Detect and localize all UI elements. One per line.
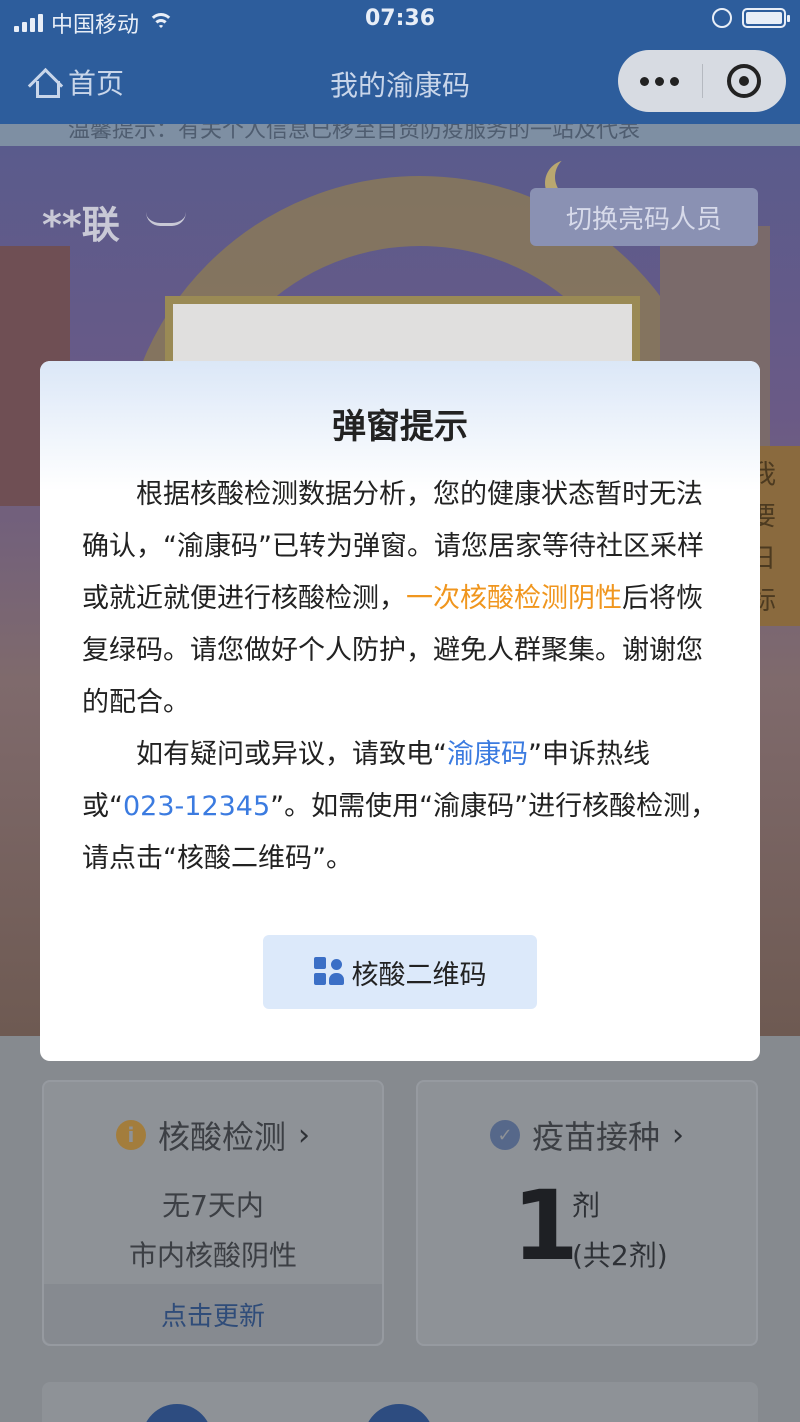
dialog-paragraph-1: 根据核酸检测数据分析，您的健康状态暂时无法确认，“渝康码”已转为弹窗。请您居家等… [82,469,722,729]
service-icon[interactable] [364,1404,434,1422]
hotline-link[interactable]: 023-12345 [123,791,270,822]
status-right [712,8,790,28]
dialog-paragraph-2: 如有疑问或异议，请致电“渝康码”申诉热线或“023-12345”。如需使用“渝康… [82,729,722,885]
qr-person-icon [313,957,344,987]
nucleic-test-card[interactable]: i 核酸检测 › 无7天内 市内核酸阴性 点击更新 [42,1080,384,1346]
clock: 07:36 [364,6,436,31]
info-cards: i 核酸检测 › 无7天内 市内核酸阴性 点击更新 ✓ 疫苗接种 › 1 剂 (… [0,1036,800,1422]
eye-closed-icon[interactable] [146,212,186,226]
card-header: ✓ 疫苗接种 › [418,1112,756,1158]
nucleic-status-line1: 无7天内 [162,1189,264,1222]
dialog-title: 弹窗提示 [332,407,468,447]
dose-total: (共2剂) [572,1239,668,1272]
rotation-lock-icon [712,8,732,28]
popup-dialog: 弹窗提示 根据核酸检测数据分析，您的健康状态暂时无法确认，“渝康码”已转为弹窗。… [40,361,760,1061]
switch-person-button[interactable]: 切换亮码人员 [530,188,758,246]
dose-count: 1 [512,1170,579,1282]
info-icon: i [115,1120,146,1150]
battery-icon [742,8,790,28]
more-button[interactable] [618,50,702,112]
highlight-text: 一次核酸检测阴性 [406,583,622,614]
card-title: 核酸检测 [157,1118,286,1156]
qr-button-label: 核酸二维码 [351,959,487,991]
miniapp-capsule [618,50,786,112]
close-miniapp-button[interactable] [703,50,787,112]
services-card [42,1382,758,1422]
nucleic-status-line2: 市内核酸阴性 [128,1239,297,1272]
nav-bar: 首页 我的渝康码 [0,40,800,124]
user-name: **联 [42,203,120,247]
card-header: i 核酸检测 › [44,1112,382,1158]
status-bar: 中国移动 07:36 [0,0,800,40]
vaccine-card[interactable]: ✓ 疫苗接种 › 1 剂 (共2剂) [416,1080,758,1346]
message-text: 如有疑问或异议，请致电“ [136,739,447,770]
dose-unit: 剂 [572,1189,601,1222]
dialog-message: 根据核酸检测数据分析，您的健康状态暂时无法确认，“渝康码”已转为弹窗。请您居家等… [82,469,722,885]
check-circle-icon: ✓ [489,1120,520,1150]
more-dot-icon [670,76,680,86]
tip-strip: 温馨提示：有关个人信息已移至自贸防疫服务的一站及代表 [0,124,800,146]
more-dot-icon [640,76,650,86]
appeal-link[interactable]: 渝康码 [447,739,528,770]
refresh-button[interactable]: 点击更新 [44,1284,382,1344]
target-icon [727,64,762,98]
chevron-right-icon: › [298,1117,310,1153]
tip-text: 温馨提示：有关个人信息已移至自贸防疫服务的一站及代表 [68,124,641,143]
card-title: 疫苗接种 [531,1118,660,1156]
nucleic-qr-button[interactable]: 核酸二维码 [263,935,537,1009]
more-dot-icon [655,76,665,86]
chevron-right-icon: › [672,1117,684,1153]
service-icon[interactable] [142,1404,212,1422]
